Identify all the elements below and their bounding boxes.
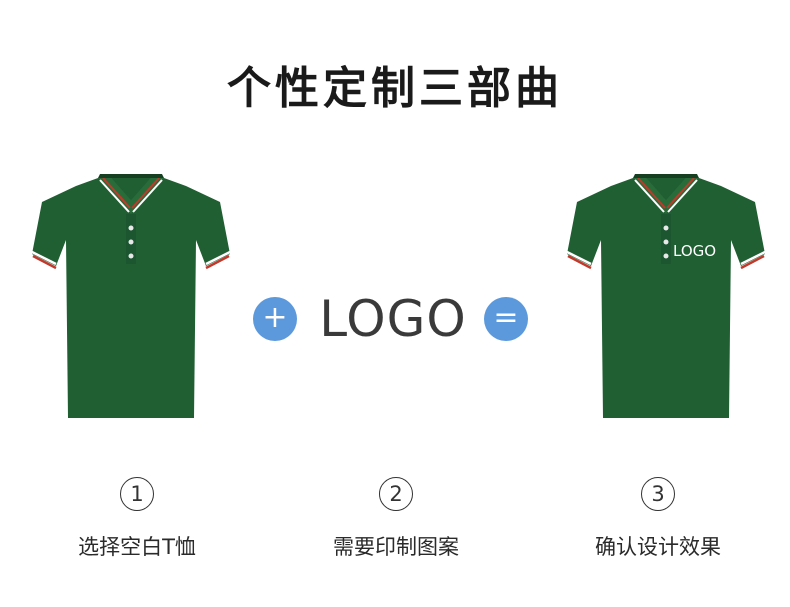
logo-placeholder-text: LOGO (319, 290, 467, 348)
equals-icon: = (484, 297, 528, 341)
logo-polo-shirt-image: LOGO (566, 174, 766, 418)
shirt-logo-text: LOGO (673, 242, 716, 260)
step-2-number: 2 (379, 477, 413, 511)
blank-polo-shirt-image (31, 174, 231, 418)
step-3-label: 确认设计效果 (595, 535, 721, 559)
plus-icon: + (253, 297, 297, 341)
step-1-label: 选择空白T恤 (78, 535, 196, 559)
step-1-number: 1 (120, 477, 154, 511)
step-2-label: 需要印制图案 (333, 535, 459, 559)
step-3-number: 3 (641, 477, 675, 511)
page-title: 个性定制三部曲 (227, 63, 563, 114)
